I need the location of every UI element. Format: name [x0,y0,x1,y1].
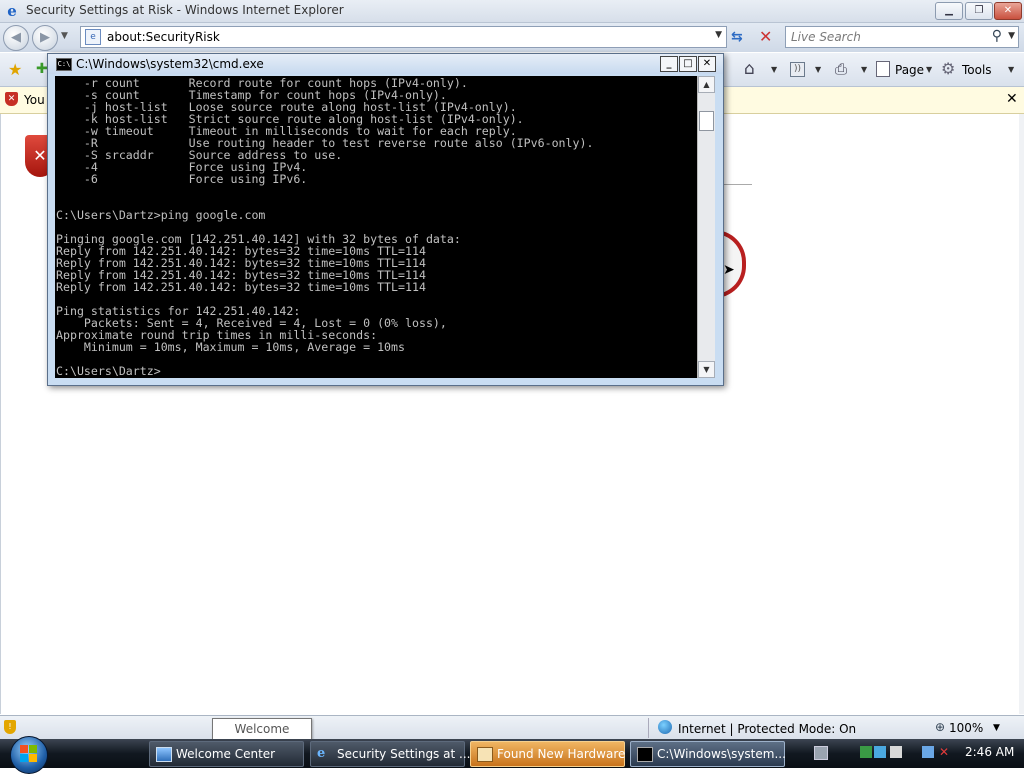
taskbar-item-label: Security Settings at ... [337,747,471,761]
feeds-chevron-down-icon[interactable]: ▼ [815,65,821,74]
taskbar-tooltip: Welcome Center [212,718,312,756]
zoom-magnifier-icon[interactable]: ⊕ [935,720,945,734]
cmd-minimize-button[interactable]: _ [660,56,678,72]
address-chevron-down-icon[interactable]: ▼ [715,30,722,40]
forward-button[interactable]: ▶ [32,25,58,51]
page-icon: e [85,29,101,45]
address-input[interactable]: about:SecurityRisk [107,30,220,44]
taskbar-item-welcome-center[interactable]: Welcome Center [149,741,304,767]
volume-muted-icon[interactable]: ✕ [939,746,951,758]
cmd-close-button[interactable]: ✕ [698,56,716,72]
scroll-down-arrow-icon[interactable]: ▼ [698,361,715,378]
tools-menu-button[interactable]: Tools [962,63,992,77]
minimize-button[interactable]: ▁ [935,2,963,20]
ie-window-title: Security Settings at Risk - Windows Inte… [26,3,344,17]
security-status-shield-icon[interactable]: ! [4,720,16,734]
taskbar-item-label: C:\Windows\system... [657,747,786,761]
welcome-center-icon [156,747,172,762]
cmd-icon[interactable]: C:\ [56,58,72,71]
print-chevron-down-icon[interactable]: ▼ [861,65,867,74]
cmd-window[interactable]: C:\ C:\Windows\system32\cmd.exe _ □ ✕ -r… [47,53,724,386]
ie-titlebar[interactable]: e Security Settings at Risk - Windows In… [0,0,1024,23]
refresh-icon[interactable]: ⇆ [731,29,743,45]
taskbar-item-label: Welcome Center [176,747,276,761]
home-icon[interactable]: ⌂ [744,59,755,79]
taskbar-item-label: Found New Hardware [497,747,626,761]
search-chevron-down-icon[interactable]: ▼ [1008,31,1015,41]
internet-globe-icon [658,720,672,734]
ie-icon: e [317,746,326,761]
page-menu-button[interactable]: Page [895,63,924,77]
recent-pages-chevron-down-icon[interactable]: ▼ [61,31,68,41]
back-button[interactable]: ◀ [3,25,29,51]
taskbar-clock[interactable]: 2:46 AM [965,745,1014,759]
tray-app-icon[interactable] [890,746,902,758]
console-output: -r count Record route for count hops (IP… [56,76,594,378]
windows-logo-icon [20,745,38,763]
hardware-icon [477,747,493,762]
scroll-up-arrow-icon[interactable]: ▲ [698,76,715,93]
keyboard-icon[interactable] [814,746,828,760]
console-area[interactable]: -r count Record route for count hops (IP… [55,76,697,378]
start-button[interactable] [10,736,48,774]
cmd-maximize-button[interactable]: □ [679,56,697,72]
taskbar: Welcome Center e Security Settings at ..… [0,736,1024,774]
ie-status-bar: ! Internet | Protected Mode: On ⊕ 100% ▼ [0,715,1024,740]
cmd-window-title: C:\Windows\system32\cmd.exe [76,57,264,71]
feeds-icon[interactable]: )) [790,62,805,77]
scrollbar-thumb[interactable] [699,111,714,131]
home-chevron-down-icon[interactable]: ▼ [771,65,777,74]
favorites-star-icon[interactable]: ★ [8,60,22,79]
page-scrollbar[interactable] [1019,114,1024,714]
status-separator [648,718,649,738]
security-shield-icon: ✕ [5,92,18,106]
search-icon[interactable]: ⚲ [992,28,1002,44]
taskbar-item-internet-explorer[interactable]: e Security Settings at ... [310,741,470,767]
taskbar-item-found-new-hardware[interactable]: Found New Hardware [470,741,625,767]
maximize-button[interactable]: ❐ [965,2,993,20]
tray-app-icon[interactable] [874,746,886,758]
stop-icon[interactable]: ✕ [759,27,772,46]
mouse-pointer-icon: ➤ [723,262,735,278]
content-divider [722,184,752,185]
cmd-icon [637,747,653,762]
tools-chevron-down-icon[interactable]: ▼ [1008,65,1014,74]
zoom-chevron-down-icon[interactable]: ▼ [993,723,1000,733]
page-menu-icon[interactable] [876,61,890,77]
tools-gear-icon[interactable]: ⚙ [941,59,955,78]
network-icon[interactable] [922,746,934,758]
print-icon[interactable]: ⎙ [835,60,847,78]
information-bar-text[interactable]: You [24,93,45,107]
security-zone-text[interactable]: Internet | Protected Mode: On [678,722,856,736]
cmd-titlebar[interactable]: C:\ C:\Windows\system32\cmd.exe _ □ ✕ [48,54,723,74]
console-scrollbar[interactable]: ▲ ▼ [697,76,715,378]
search-box[interactable]: Live Search ⚲ ▼ [785,26,1019,48]
search-input[interactable]: Live Search [791,30,861,44]
close-icon[interactable]: ✕ [1006,91,1018,107]
add-favorite-icon[interactable]: ✚ [36,61,48,77]
tray-app-icon[interactable] [860,746,872,758]
page-chevron-down-icon[interactable]: ▼ [926,65,932,74]
address-bar[interactable]: e about:SecurityRisk ▼ [80,26,727,48]
close-button[interactable]: ✕ [994,2,1022,20]
ie-logo-icon: e [7,2,17,20]
zoom-level[interactable]: 100% [949,721,983,735]
notification-area: ✕ 2:46 AM [806,739,1024,768]
taskbar-item-cmd[interactable]: C:\Windows\system... [630,741,786,767]
ie-navigation-bar: ◀ ▶ ▼ e about:SecurityRisk ▼ ⇆ ✕ Live Se… [0,23,1024,52]
